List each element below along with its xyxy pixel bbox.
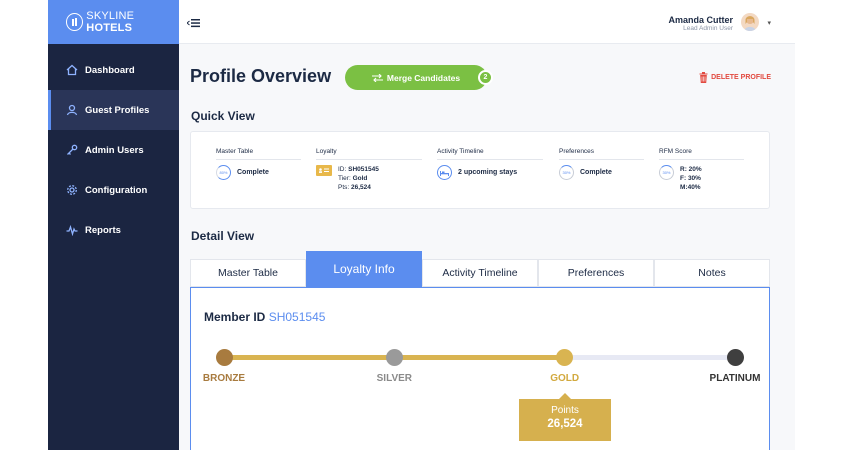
points-value: 26,524 [547,418,583,430]
tier-dot-gold [556,349,574,366]
member-id-value: SH051545 [268,310,326,324]
sidebar-item-guest-profiles[interactable]: Guest Profiles [48,90,179,130]
quick-loyalty[interactable]: Loyalty ID: SH051545 Tier: Gold Pts: 26,… [316,148,422,192]
sidebar-item-label: Reports [85,224,121,236]
user-name[interactable]: Amanda Cutter [668,15,733,25]
user-role: Lead Admin User [683,25,733,32]
tier-progress-track [224,355,735,360]
sidebar-item-reports[interactable]: Reports [48,210,179,250]
trash-icon [699,72,708,83]
tier-dot-silver [385,349,403,366]
sidebar: SKYLINE HOTELS Dashboard Guest Profiles … [48,0,179,450]
sidebar-item-admin-users[interactable]: Admin Users [48,130,179,170]
tier-dot-bronze [215,349,233,366]
tier-label-silver: SILVER [376,373,413,384]
brand-name: SKYLINE HOTELS [86,10,135,34]
pulse-icon [66,224,78,236]
user-icon [66,104,78,116]
merge-candidates-label: Merge Candidates [386,72,461,83]
home-icon [66,64,78,76]
quick-col-title: Preferences [559,148,644,160]
quick-activity[interactable]: Activity Timeline 2 upcoming stays [437,148,543,180]
quick-view-title: Quick View [191,109,255,123]
delete-profile-label: DELETE PROFILE [711,74,771,81]
quick-value: Complete [580,169,612,176]
tier-label-gold: GOLD [550,373,580,384]
merge-icon [371,73,383,82]
points-label: Points [551,405,579,416]
sidebar-item-dashboard[interactable]: Dashboard [48,50,179,90]
progress-ring-icon: 30% [659,165,674,180]
tier-dot-platinum [726,349,744,366]
quick-col-title: Activity Timeline [437,148,543,160]
detail-tabs: Master Table Loyalty Info Activity Timel… [190,251,770,287]
merge-count-badge: 2 [478,70,493,85]
rfm-scores: R: 20% F: 30% M:40% [680,166,702,191]
loyalty-details: ID: SH051545 Tier: Gold Pts: 26,524 [338,166,379,191]
quick-col-title: Loyalty [316,148,422,160]
app-frame: SKYLINE HOTELS Dashboard Guest Profiles … [48,0,795,450]
member-id-heading: Member ID SH051545 [204,310,326,324]
sidebar-item-label: Dashboard [85,64,135,76]
quick-view-card: Master Table 80% Complete Loyalty ID: SH… [190,131,770,209]
quick-rfm[interactable]: RFM Score 30% R: 20% F: 30% M:40% [659,148,744,192]
delete-profile-button[interactable]: DELETE PROFILE [699,72,771,83]
sidebar-item-label: Guest Profiles [85,104,150,116]
tab-notes[interactable]: Notes [654,259,770,287]
tier-label-platinum: PLATINUM [709,373,761,384]
quick-value: Complete [237,169,269,176]
tab-preferences[interactable]: Preferences [538,259,654,287]
detail-view-title: Detail View [191,229,255,243]
tab-activity-timeline[interactable]: Activity Timeline [422,259,538,287]
quick-col-title: Master Table [216,148,301,160]
tab-master-table[interactable]: Master Table [190,259,306,287]
quick-col-title: RFM Score [659,148,744,160]
tier-label-bronze: BRONZE [202,373,246,384]
page-title: Profile Overview [190,66,332,86]
quick-preferences[interactable]: Preferences 30% Complete [559,148,644,180]
brand-logo[interactable]: SKYLINE HOTELS [48,0,179,44]
loyalty-info-panel: Member ID SH051545 BRONZE SILVER GOLD PLATI… [190,287,770,450]
progress-ring-icon: 30% [559,165,574,180]
sidebar-item-configuration[interactable]: Configuration [48,170,179,210]
quick-value: 2 upcoming stays [458,169,518,176]
key-icon [66,144,78,156]
progress-ring-icon: 80% [216,165,231,180]
sidebar-item-label: Admin Users [85,144,144,156]
avatar[interactable] [741,13,759,31]
gear-icon [66,184,78,196]
sidebar-item-label: Configuration [85,184,148,196]
sidebar-nav: Dashboard Guest Profiles Admin Users Con… [48,50,179,250]
top-bar: Amanda Cutter Lead Admin User ▾ [179,0,795,44]
main-content: Profile Overview Merge Candidates 2 DELE… [179,44,795,450]
menu-toggle-icon[interactable] [186,16,201,28]
hotel-logo-icon [66,13,84,31]
points-callout: Points 26,524 [519,393,611,441]
merge-candidates-button[interactable]: Merge Candidates [345,65,487,90]
bed-icon [437,165,452,180]
chevron-down-icon[interactable]: ▾ [767,19,771,27]
tab-loyalty-info[interactable]: Loyalty Info [306,251,422,287]
quick-master-table[interactable]: Master Table 80% Complete [216,148,301,180]
id-card-icon [316,165,332,176]
